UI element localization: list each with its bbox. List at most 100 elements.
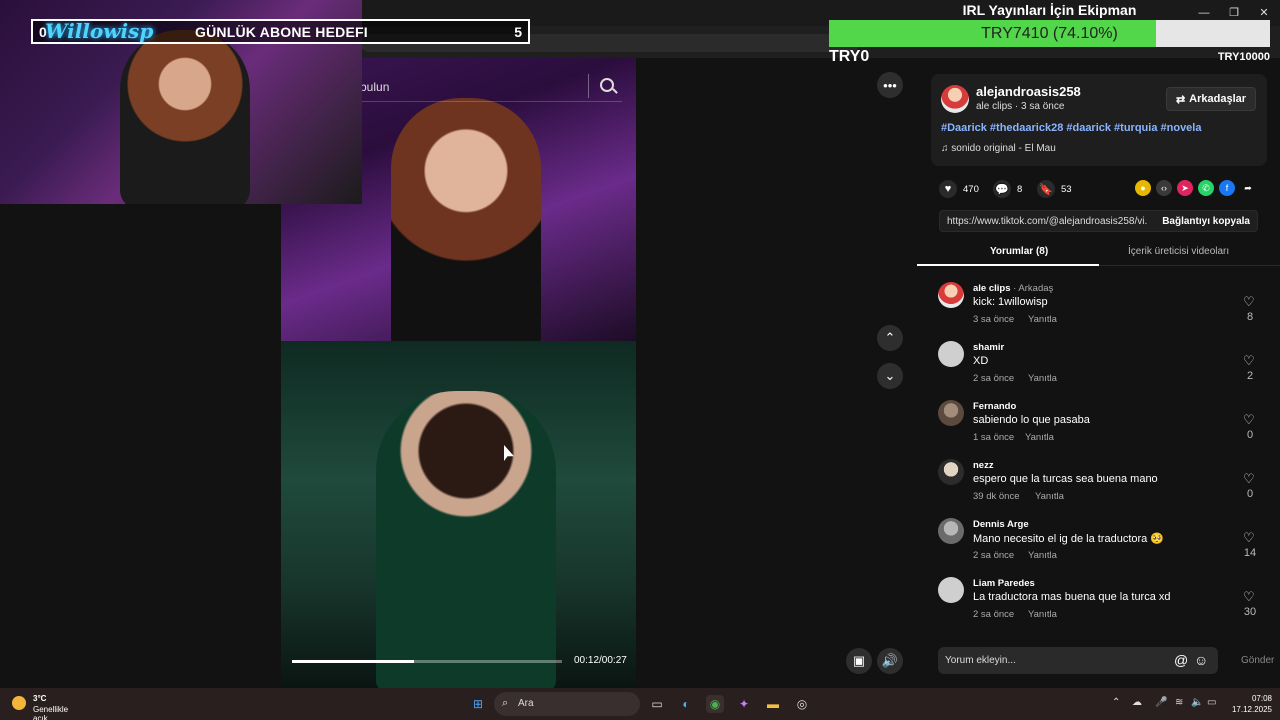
reply-button[interactable]: Yanıtla <box>1028 373 1057 384</box>
tab-comments[interactable]: Yorumlar (8) <box>990 246 1048 257</box>
comment-item: ale clips · Arkadaş kick: 1willowisp 3 s… <box>917 280 1280 338</box>
copilot-icon[interactable]: ✦ <box>735 695 753 713</box>
comment-time: 39 dk önce <box>973 491 1020 502</box>
volume-button[interactable]: 🔊 <box>877 648 903 674</box>
wifi-icon[interactable]: ≋ <box>1175 697 1183 708</box>
taskbar-search[interactable]: ⌕ Ara <box>494 692 640 716</box>
start-icon[interactable]: ⊞ <box>469 695 487 713</box>
whatsapp-icon[interactable]: ✆ <box>1198 180 1214 196</box>
task-view-icon[interactable]: ▭ <box>648 695 666 713</box>
reply-button[interactable]: Yanıtla <box>1028 609 1057 620</box>
like-stat[interactable]: ♥ 470 <box>939 180 979 198</box>
friends-label: Arkadaşlar <box>1189 93 1247 105</box>
commenter-avatar[interactable] <box>938 341 964 367</box>
clock-time: 07:08 <box>1251 694 1272 703</box>
comment-like-count: 14 <box>1243 547 1257 559</box>
hashtags[interactable]: #Daarick #thedaarick28 #daarick #turquia… <box>941 122 1201 134</box>
music-title: sonido original - El Mau <box>951 143 1056 154</box>
commenter-name[interactable]: Dennis Arge <box>973 519 1029 530</box>
send-button[interactable]: Gönder <box>1241 655 1274 666</box>
music-icon: ♫ <box>941 143 952 154</box>
comment-item: Fernando sabiendo lo que pasaba 1 sa önc… <box>917 398 1280 456</box>
commenter-avatar[interactable] <box>938 459 964 485</box>
comment-heart-icon[interactable]: ♡ <box>1243 589 1255 605</box>
tab-creator-videos[interactable]: İçerik üreticisi videoları <box>1128 246 1229 257</box>
post-link[interactable]: https://www.tiktok.com/@alejandroasis258… <box>947 216 1147 227</box>
author-avatar[interactable] <box>941 85 969 113</box>
music-line[interactable]: ♫ sonido original - El Mau <box>941 143 1056 154</box>
save-stat[interactable]: 🔖 53 <box>1037 180 1072 198</box>
microphone-icon[interactable]: 🎤 <box>1155 697 1167 708</box>
reply-button[interactable]: Yanıtla <box>1028 550 1057 561</box>
donation-amount: TRY7410 (74.10%) <box>981 25 1118 42</box>
comment-time: 1 sa önce <box>973 432 1015 443</box>
comment-item: shamir XD 2 sa önce Yanıtla ♡ 2 <box>917 339 1280 397</box>
comment-heart-icon[interactable]: ♡ <box>1243 412 1255 428</box>
donation-min: TRY0 <box>829 48 870 65</box>
chrome-icon[interactable]: ◉ <box>706 695 724 713</box>
clock-date: 17.12.2025 <box>1231 705 1272 714</box>
comment-text: sabiendo lo que pasaba <box>973 414 1090 426</box>
copy-link-button[interactable]: Bağlantıyı kopyala <box>1162 216 1250 227</box>
comment-icon: 💬 <box>993 180 1011 198</box>
comment-like-count: 30 <box>1243 606 1257 618</box>
taskbar-search-label: Ara <box>518 698 534 709</box>
author-name[interactable]: alejandroasis258 <box>976 84 1081 99</box>
obs-icon[interactable]: ◎ <box>793 695 811 713</box>
facebook-icon[interactable]: f <box>1219 180 1235 196</box>
donation-title: IRL Yayınları İçin Ekipman <box>962 2 1137 18</box>
pip-button[interactable]: ▣ <box>846 648 872 674</box>
commenter-name[interactable]: Fernando <box>973 401 1016 412</box>
embed-icon[interactable]: ‹› <box>1156 180 1172 196</box>
commenter-name[interactable]: nezz <box>973 460 994 471</box>
details-panel: alejandroasis258 ale clips · 3 sa önce ⇄… <box>917 66 1280 688</box>
commenter-avatar[interactable] <box>938 282 964 308</box>
comment-text: Mano necesito el ig de la traductora 🥺 <box>973 533 1165 545</box>
tray-overflow-icon[interactable]: ⌃ <box>1112 697 1120 708</box>
commenter-name[interactable]: Liam Paredes <box>973 578 1035 589</box>
comment-heart-icon[interactable]: ♡ <box>1243 530 1255 546</box>
comment-heart-icon[interactable]: ♡ <box>1243 294 1255 310</box>
battery-icon[interactable]: ▭ <box>1207 697 1216 708</box>
comment-input[interactable]: Yorum ekleyin... @ ☺ <box>938 647 1218 674</box>
previous-video-button[interactable]: ⌃ <box>877 325 903 351</box>
cloud-icon[interactable]: ☁ <box>1132 697 1142 708</box>
send-icon[interactable]: ➤ <box>1177 180 1193 196</box>
streamer-logo: Willowisp <box>45 19 154 43</box>
edge-icon[interactable]: ◐ <box>677 695 695 713</box>
commenter-name[interactable]: shamir <box>973 342 1004 353</box>
comment-like-count: 0 <box>1246 429 1254 441</box>
search-bar[interactable]: bulun <box>360 72 622 102</box>
video-person-top <box>391 98 541 358</box>
save-count: 53 <box>1061 183 1072 195</box>
video-progress-fill <box>292 660 414 663</box>
commenter-avatar[interactable] <box>938 577 964 603</box>
comment-placeholder: Yorum ekleyin... <box>945 655 1016 666</box>
reply-button[interactable]: Yanıtla <box>1035 491 1064 502</box>
more-options-button[interactable]: ••• <box>877 72 903 98</box>
reply-button[interactable]: Yanıtla <box>1025 432 1054 443</box>
clock[interactable]: 07:08 17.12.2025 <box>1228 693 1272 715</box>
commenter-avatar[interactable] <box>938 400 964 426</box>
share-icon[interactable]: ➦ <box>1240 180 1256 196</box>
comment-heart-icon[interactable]: ♡ <box>1243 353 1255 369</box>
search-divider <box>588 74 589 98</box>
donation-max: TRY10000 <box>1217 51 1270 63</box>
video-progress-bar[interactable] <box>292 660 562 663</box>
mention-icon[interactable]: @ <box>1174 652 1188 668</box>
commenter-name[interactable]: ale clips · Arkadaş <box>973 283 1053 294</box>
reply-button[interactable]: Yanıtla <box>1028 314 1057 325</box>
next-video-button[interactable]: ⌄ <box>877 363 903 389</box>
comment-heart-icon[interactable]: ♡ <box>1243 471 1255 487</box>
commenter-avatar[interactable] <box>938 518 964 544</box>
comment-stat[interactable]: 💬 8 <box>993 180 1022 198</box>
friend-badge: · Arkadaş <box>1010 283 1054 294</box>
screen: — ❐ ✕ bulun 00:12/00:27 ••• ⌃ ⌄ ▣ 🔊 0 Wi… <box>0 0 1280 720</box>
comment-text: kick: 1willowisp <box>973 296 1048 308</box>
speaker-icon[interactable]: 🔈 <box>1191 697 1203 708</box>
file-explorer-icon[interactable]: ▬ <box>764 695 782 713</box>
coin-icon[interactable]: ● <box>1135 180 1151 196</box>
search-icon[interactable] <box>600 78 614 92</box>
emoji-icon[interactable]: ☺ <box>1194 652 1208 668</box>
friends-button[interactable]: ⇄ Arkadaşlar <box>1166 87 1256 111</box>
